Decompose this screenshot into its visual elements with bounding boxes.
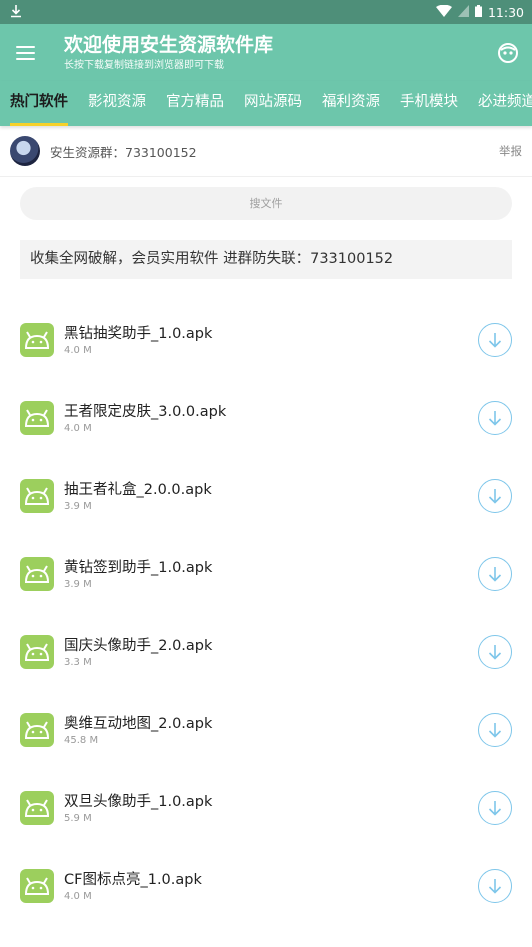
file-name: 抽王者礼盒_2.0.0.apk bbox=[64, 481, 212, 498]
clock-time: 11:30 bbox=[487, 4, 524, 20]
tab-welfare-resources[interactable]: 福利资源 bbox=[312, 81, 390, 126]
group-avatar[interactable] bbox=[10, 136, 40, 166]
tab-website-source[interactable]: 网站源码 bbox=[234, 81, 312, 126]
file-size: 3.9 M bbox=[64, 578, 92, 590]
download-arrow-icon bbox=[10, 4, 22, 21]
file-size: 4.0 M bbox=[64, 344, 92, 356]
download-icon[interactable] bbox=[478, 791, 512, 825]
download-icon[interactable] bbox=[478, 401, 512, 435]
search-wrap bbox=[0, 177, 532, 220]
battery-icon bbox=[474, 4, 482, 20]
file-item[interactable]: 抽王者礼盒_2.0.0.apk 3.9 M bbox=[0, 457, 532, 535]
file-info: 王者限定皮肤_3.0.0.apk 4.0 M bbox=[64, 403, 478, 434]
file-size: 4.0 M bbox=[64, 890, 92, 902]
file-name: 王者限定皮肤_3.0.0.apk bbox=[64, 403, 227, 420]
android-apk-icon bbox=[20, 557, 54, 591]
file-info: 双旦头像助手_1.0.apk 5.9 M bbox=[64, 793, 478, 824]
file-name: 黑钻抽奖助手_1.0.apk bbox=[64, 325, 213, 342]
file-size: 4.0 M bbox=[64, 422, 92, 434]
android-apk-icon bbox=[20, 869, 54, 903]
report-link[interactable]: 举报 bbox=[499, 143, 522, 159]
search-input[interactable] bbox=[20, 187, 512, 220]
download-icon[interactable] bbox=[478, 869, 512, 903]
file-info: 抽王者礼盒_2.0.0.apk 3.9 M bbox=[64, 481, 478, 512]
file-info: 黄钻签到助手_1.0.apk 3.9 M bbox=[64, 559, 478, 590]
file-item[interactable]: CF图标点亮_1.0.apk 4.0 M bbox=[0, 847, 532, 925]
category-tabs: 热门软件 影视资源 官方精品 网站源码 福利资源 手机模块 必进频道 bbox=[0, 81, 532, 126]
file-size: 5.9 M bbox=[64, 812, 92, 824]
file-size: 3.3 M bbox=[64, 656, 92, 668]
download-icon[interactable] bbox=[478, 479, 512, 513]
tab-official-picks[interactable]: 官方精品 bbox=[156, 81, 234, 126]
tab-video-resources[interactable]: 影视资源 bbox=[78, 81, 156, 126]
app-bar-titles: 欢迎使用安生资源软件库 长按下载复制链接到浏览器即可下载 bbox=[64, 33, 496, 73]
notice-banner: 收集全网破解，会员实用软件 进群防失联：733100152 bbox=[20, 240, 512, 279]
file-item[interactable]: 奥维互动地图_2.0.apk 45.8 M bbox=[0, 691, 532, 769]
android-apk-icon bbox=[20, 791, 54, 825]
download-icon[interactable] bbox=[478, 713, 512, 747]
wifi-icon bbox=[435, 4, 452, 20]
android-apk-icon bbox=[20, 713, 54, 747]
file-name: CF图标点亮_1.0.apk bbox=[64, 871, 202, 888]
download-icon[interactable] bbox=[478, 557, 512, 591]
file-name: 双旦头像助手_1.0.apk bbox=[64, 793, 213, 810]
tab-phone-modules[interactable]: 手机模块 bbox=[390, 81, 468, 126]
signal-icon bbox=[457, 4, 469, 20]
app-title: 欢迎使用安生资源软件库 bbox=[64, 33, 274, 56]
file-size: 45.8 M bbox=[64, 734, 99, 746]
android-apk-icon bbox=[20, 401, 54, 435]
file-name: 国庆头像助手_2.0.apk bbox=[64, 637, 213, 654]
file-item[interactable]: 黑钻抽奖助手_1.0.apk 4.0 M bbox=[0, 301, 532, 379]
file-info: 国庆头像助手_2.0.apk 3.3 M bbox=[64, 637, 478, 668]
android-apk-icon bbox=[20, 635, 54, 669]
file-item[interactable]: 黄钻签到助手_1.0.apk 3.9 M bbox=[0, 535, 532, 613]
file-item[interactable]: 双旦头像助手_1.0.apk 5.9 M bbox=[0, 769, 532, 847]
file-item[interactable]: 王者限定皮肤_3.0.0.apk 4.0 M bbox=[0, 379, 532, 457]
file-name: 黄钻签到助手_1.0.apk bbox=[64, 559, 213, 576]
android-apk-icon bbox=[20, 323, 54, 357]
hamburger-menu-icon[interactable] bbox=[16, 41, 40, 65]
file-name: 奥维互动地图_2.0.apk bbox=[64, 715, 213, 732]
tab-hot-software[interactable]: 热门软件 bbox=[0, 81, 78, 126]
app-bar: 欢迎使用安生资源软件库 长按下载复制链接到浏览器即可下载 bbox=[0, 24, 532, 81]
app-subtitle: 长按下载复制链接到浏览器即可下载 bbox=[64, 59, 224, 71]
file-info: CF图标点亮_1.0.apk 4.0 M bbox=[64, 871, 478, 902]
file-info: 奥维互动地图_2.0.apk 45.8 M bbox=[64, 715, 478, 746]
file-item[interactable]: 国庆头像助手_2.0.apk 3.3 M bbox=[0, 613, 532, 691]
status-bar: 11:30 bbox=[0, 0, 532, 24]
android-apk-icon bbox=[20, 479, 54, 513]
file-list: 黑钻抽奖助手_1.0.apk 4.0 M 王者限定皮肤_3.0.0.apk 4.… bbox=[0, 301, 532, 925]
download-icon[interactable] bbox=[478, 323, 512, 357]
group-info-row: 安生资源群：733100152 举报 bbox=[0, 126, 532, 177]
status-icons: 11:30 bbox=[435, 4, 524, 20]
robot-face-icon[interactable] bbox=[496, 41, 520, 65]
download-icon[interactable] bbox=[478, 635, 512, 669]
tab-must-join-channel[interactable]: 必进频道 bbox=[468, 81, 532, 126]
group-text: 安生资源群：733100152 bbox=[50, 144, 197, 160]
file-size: 3.9 M bbox=[64, 500, 92, 512]
file-info: 黑钻抽奖助手_1.0.apk 4.0 M bbox=[64, 325, 478, 356]
